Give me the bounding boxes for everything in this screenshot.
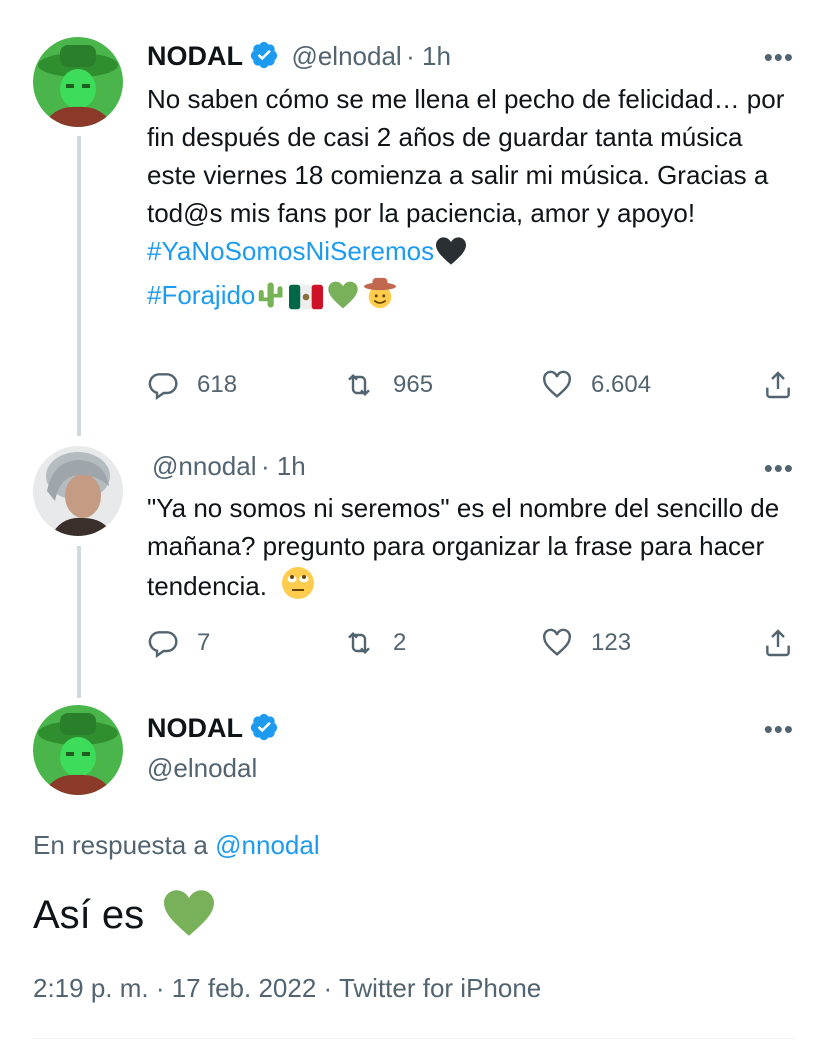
divider <box>32 1038 796 1039</box>
tweet-text: No saben cómo se me llena el pecho de fe… <box>147 80 797 320</box>
cowboy-emoji-icon <box>363 276 397 320</box>
author-name-row[interactable]: NODAL <box>147 712 279 744</box>
avatar-elnodal[interactable] <box>33 37 123 127</box>
eye-roll-emoji-icon <box>280 565 316 611</box>
reply-count: 7 <box>197 629 211 656</box>
timestamp[interactable]: · 1h <box>406 41 451 71</box>
retweet-button[interactable]: 2 <box>343 627 406 659</box>
verified-badge-icon <box>249 712 279 742</box>
like-button[interactable]: 6.604 <box>541 369 651 401</box>
reply-prefix: En respuesta a <box>33 830 208 860</box>
green-heart-icon <box>327 280 359 320</box>
handle[interactable]: @nnodal <box>152 451 256 481</box>
thread-line <box>77 136 81 436</box>
tweet-meta: 2:19 p. m. · 17 feb. 2022 · Twitter for … <box>33 973 541 1004</box>
reply-icon <box>148 373 178 400</box>
cactus-icon <box>255 280 285 320</box>
like-count: 123 <box>591 629 632 656</box>
black-heart-icon <box>434 236 468 276</box>
reply-to-link[interactable]: @nnodal <box>215 830 319 860</box>
share-button[interactable] <box>762 627 812 659</box>
tweet-text: "Ya no somos ni seremos" es el nombre de… <box>147 489 797 611</box>
handle[interactable]: @elnodal <box>147 753 257 784</box>
reply-button[interactable]: 618 <box>147 369 237 401</box>
avatar-image <box>33 705 123 795</box>
timestamp[interactable]: · 1h <box>261 451 306 481</box>
reply-button[interactable]: 7 <box>147 627 210 659</box>
reply-count: 618 <box>197 371 238 398</box>
timestamp[interactable]: 2:19 p. m. · 17 feb. 2022 · <box>33 973 339 1003</box>
heart-icon <box>543 628 571 656</box>
share-button[interactable] <box>762 369 812 401</box>
share-icon <box>766 371 790 399</box>
hashtag-link[interactable]: #Forajido <box>147 276 797 320</box>
avatar-image <box>33 446 123 536</box>
heart-icon <box>543 370 571 398</box>
reply-icon <box>148 631 178 658</box>
retweet-button[interactable]: 965 <box>343 369 433 401</box>
hashtag-text[interactable]: #Forajido <box>147 280 255 310</box>
retweet-count: 2 <box>393 629 407 656</box>
verified-badge-icon <box>249 40 279 70</box>
more-options-icon[interactable]: ••• <box>764 714 794 745</box>
reply-context: En respuesta a @nnodal <box>33 830 320 861</box>
thread-line <box>77 546 81 698</box>
share-icon <box>766 629 790 657</box>
retweet-icon <box>348 373 370 397</box>
avatar-nnodal[interactable] <box>33 446 123 536</box>
green-heart-icon <box>161 888 217 948</box>
hashtag-link[interactable]: #YaNoSomosNiSeremos <box>147 232 797 276</box>
retweet-icon <box>348 631 370 655</box>
main-tweet-text: Así es <box>33 888 217 948</box>
mexico-flag-icon <box>289 282 324 320</box>
tweet-header: @nnodal · 1h <box>152 451 306 482</box>
display-name[interactable]: NODAL <box>147 41 243 71</box>
retweet-count: 965 <box>393 371 434 398</box>
tweet-body: Así es <box>33 893 145 937</box>
avatar-elnodal[interactable] <box>33 705 123 795</box>
display-name[interactable]: NODAL <box>147 713 243 743</box>
more-options-icon[interactable]: ••• <box>764 42 794 73</box>
like-button[interactable]: 123 <box>541 627 631 659</box>
handle[interactable]: @elnodal <box>291 41 401 71</box>
tweet-body: "Ya no somos ni seremos" es el nombre de… <box>147 493 780 601</box>
more-options-icon[interactable]: ••• <box>764 453 794 484</box>
source-link[interactable]: Twitter for iPhone <box>339 973 541 1003</box>
hashtag-text[interactable]: #YaNoSomosNiSeremos <box>147 236 434 266</box>
tweet-header: NODAL @elnodal · 1h <box>147 40 451 72</box>
avatar-image <box>33 37 123 127</box>
tweet-body: No saben cómo se me llena el pecho de fe… <box>147 84 785 228</box>
like-count: 6.604 <box>591 371 652 398</box>
